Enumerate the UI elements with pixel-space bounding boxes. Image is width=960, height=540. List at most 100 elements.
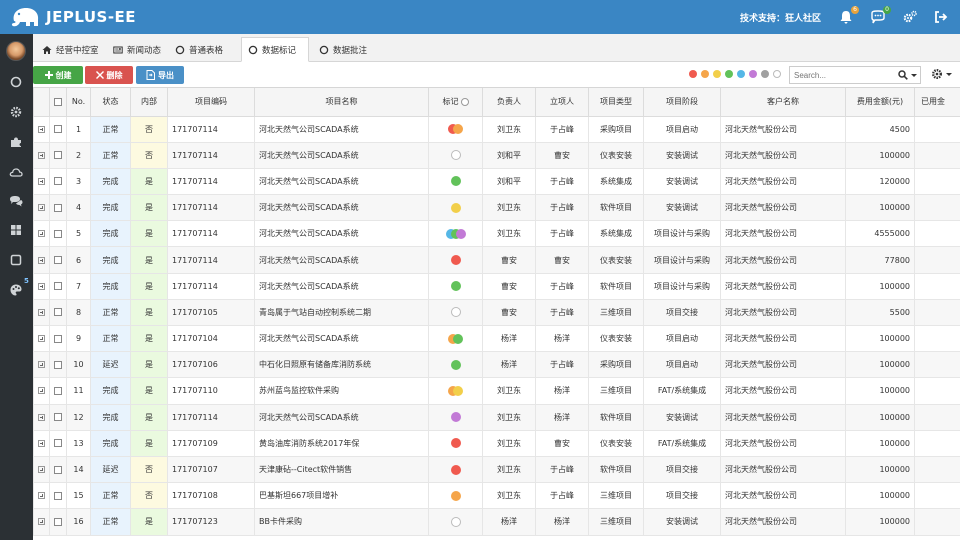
row-checkbox[interactable] [54, 125, 62, 134]
tab-news[interactable]: 新闻动态 [107, 37, 167, 62]
row-checkbox[interactable] [54, 517, 62, 526]
expand-icon[interactable] [38, 125, 45, 133]
column-header-owner[interactable]: 负责人 [482, 88, 536, 117]
mark-cell[interactable] [428, 115, 483, 143]
row-checkbox[interactable] [54, 177, 62, 186]
color-mark-icon[interactable] [450, 176, 461, 187]
table-row[interactable]: 6 完成是 171707114 河北天然气公司SCADA系统 曹安 曹安 仪表安装 项目设计与… [33, 246, 960, 274]
row-checkbox[interactable] [54, 308, 62, 317]
column-header-stage[interactable]: 项目阶段 [643, 88, 721, 117]
mark-cell[interactable] [428, 194, 483, 222]
gear-icon[interactable] [931, 68, 943, 80]
color-mark-icon[interactable] [450, 490, 461, 501]
expand-icon[interactable] [38, 308, 45, 316]
color-filter-orange[interactable] [701, 70, 709, 78]
search-input[interactable] [790, 67, 890, 83]
table-row[interactable]: 14 延迟否 171707107 天津康砧--Citect软件销售 刘卫东 于占峰 软件项目… [33, 455, 960, 484]
mark-cell[interactable] [428, 298, 483, 327]
table-row[interactable]: 5 完成是 171707114 河北天然气公司SCADA系统 刘卫东 于占峰 系统集成 项目设… [33, 220, 960, 248]
mark-cell[interactable] [428, 141, 483, 169]
user-avatar[interactable] [6, 41, 26, 61]
table-row[interactable]: 7 完成是 171707114 河北天然气公司SCADA系统 曹安 于占峰 软件项目 项目设计… [33, 272, 960, 300]
color-mark-icon[interactable] [450, 281, 461, 292]
color-mark-icon[interactable] [453, 333, 463, 344]
square-icon[interactable] [9, 253, 23, 267]
chevron-down-icon[interactable] [911, 74, 917, 77]
palette-icon[interactable] [9, 283, 23, 297]
mark-cell[interactable] [428, 482, 483, 510]
column-header-creator[interactable]: 立项人 [535, 88, 589, 117]
color-mark-icon[interactable] [453, 385, 463, 396]
row-checkbox[interactable] [54, 439, 62, 448]
color-mark-icon[interactable] [450, 464, 461, 475]
column-header-status[interactable]: 状态 [90, 88, 131, 117]
color-mark-icon[interactable] [450, 255, 461, 266]
mark-cell[interactable] [428, 324, 483, 353]
table-row[interactable]: 12 完成是 171707114 河北天然气公司SCADA系统 刘卫东 杨洋 软件项目 安装调… [33, 403, 960, 431]
column-header-customer[interactable]: 客户名称 [720, 88, 846, 117]
column-header-amount[interactable]: 费用金额(元) [845, 88, 915, 117]
mark-cell[interactable] [428, 246, 483, 274]
row-checkbox[interactable] [54, 386, 62, 395]
color-mark-icon[interactable] [450, 438, 461, 449]
mark-cell[interactable] [428, 377, 483, 405]
table-row[interactable]: 16 正常是 171707123 BB卡件采购 杨洋 杨洋 三维项目 安装调试 河北天然气股份公… [33, 508, 960, 536]
tab-data-marking[interactable]: 数据标记 [241, 37, 309, 62]
create-button[interactable]: 创建 [33, 66, 83, 84]
table-row[interactable]: 1 正常否 171707114 河北天然气公司SCADA系统 刘卫东 于占峰 采购项目 项目启… [33, 115, 960, 143]
color-filter-green[interactable] [725, 70, 733, 78]
mark-cell[interactable] [428, 351, 483, 379]
expand-icon[interactable] [38, 439, 45, 447]
column-header-no[interactable]: No. [66, 88, 91, 117]
table-row[interactable]: 11 完成是 171707110 苏州蓝鸟监控软件采购 刘卫东 杨洋 三维项目 FAT/系统集… [33, 377, 960, 405]
expand-icon[interactable] [38, 466, 45, 474]
mark-cell[interactable] [428, 272, 483, 300]
grid-icon[interactable] [9, 223, 23, 237]
row-checkbox[interactable] [54, 491, 62, 500]
table-row[interactable]: 8 正常是 171707105 青岛属于气站自动控制系统二期 曹安 于占峰 三维项目 项目交接… [33, 298, 960, 327]
row-checkbox[interactable] [54, 229, 62, 238]
expand-icon[interactable] [38, 387, 45, 395]
row-checkbox[interactable] [54, 151, 62, 160]
circle-icon[interactable] [9, 75, 23, 89]
table-row[interactable]: 3 完成是 171707114 河北天然气公司SCADA系统 刘和平 于占峰 系统集成 安装调… [33, 167, 960, 196]
mark-cell[interactable] [428, 508, 483, 536]
tab-data-annotation[interactable]: 数据批注 [313, 37, 373, 62]
mark-cell[interactable] [428, 455, 483, 484]
table-row[interactable]: 15 正常否 171707108 巴基斯坦667项目增补 刘卫东 于占峰 三维项目 项目交接河… [33, 482, 960, 510]
puzzle-icon[interactable] [9, 135, 23, 149]
color-mark-icon[interactable] [453, 124, 463, 135]
row-checkbox[interactable] [54, 256, 62, 265]
color-filter-gray[interactable] [761, 70, 769, 78]
cloud-icon[interactable] [9, 165, 23, 179]
table-row[interactable]: 4 完成是 171707114 河北天然气公司SCADA系统 刘卫东 于占峰 软件项目 安装调… [33, 194, 960, 222]
color-mark-icon[interactable] [455, 228, 466, 239]
gear-icon[interactable] [9, 105, 23, 119]
table-row[interactable]: 10 延迟是 171707106 中石化日照原有储备库消防系统 杨洋 于占峰 采购项目 项目启… [33, 351, 960, 379]
color-mark-icon[interactable] [450, 202, 461, 213]
column-header-mark[interactable]: 标记 [428, 88, 483, 117]
expand-icon[interactable] [38, 413, 45, 421]
expand-icon[interactable] [38, 151, 45, 159]
logout-icon[interactable] [933, 9, 949, 25]
table-row[interactable]: 9 正常是 171707104 河北天然气公司SCADA系统 杨洋 杨洋 仪表安装 项目启动河… [33, 324, 960, 353]
chevron-down-icon[interactable] [946, 73, 952, 76]
expand-icon[interactable] [38, 335, 45, 343]
elephant-logo-icon[interactable] [8, 5, 42, 29]
expand-icon[interactable] [38, 256, 45, 264]
expand-icon[interactable] [38, 282, 45, 290]
chat-icon[interactable] [9, 194, 23, 208]
mark-filter-icon[interactable] [460, 97, 469, 106]
color-filter-blue[interactable] [737, 70, 745, 78]
column-header-type[interactable]: 项目类型 [588, 88, 644, 117]
color-filter-yellow[interactable] [713, 70, 721, 78]
column-header-code[interactable]: 项目编码 [167, 88, 255, 117]
empty-mark-icon[interactable] [450, 150, 461, 161]
delete-button[interactable]: 删除 [85, 66, 133, 84]
row-checkbox[interactable] [54, 203, 62, 212]
column-header-used[interactable]: 已用金 [914, 88, 960, 117]
row-checkbox[interactable] [54, 465, 62, 474]
empty-mark-icon[interactable] [450, 516, 461, 527]
table-row[interactable]: 13 完成是 171707109 黄岛油库消防系统2017年保 刘卫东 曹安 仪表安装 FAT… [33, 429, 960, 457]
expand-icon[interactable] [38, 518, 45, 526]
